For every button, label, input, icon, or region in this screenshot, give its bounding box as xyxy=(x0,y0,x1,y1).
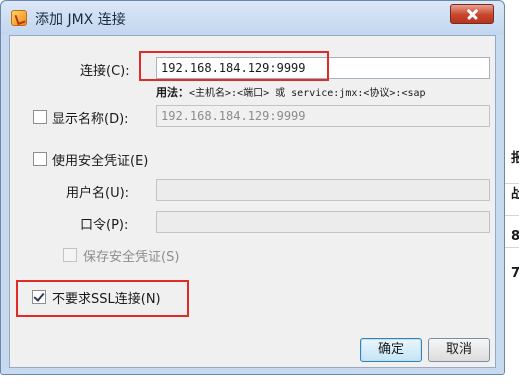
usage-hint: 用法：<主机名>:<端口> 或 service:jmx:<协议>:<sap xyxy=(156,84,493,100)
connection-input[interactable]: 192.168.184.129:9999 xyxy=(156,57,490,79)
no-ssl-label: 不要求SSL连接(N) xyxy=(52,292,161,307)
ok-button[interactable]: 确定 xyxy=(360,338,422,362)
background-text-1: 报 xyxy=(511,151,519,166)
usage-hint-text: <主机名>:<端口> 或 service:jmx:<协议>:<sap xyxy=(189,88,426,99)
use-credentials-checkbox[interactable] xyxy=(33,152,47,166)
display-name-checkbox[interactable] xyxy=(33,110,47,124)
dialog-content: 连接(C): 192.168.184.129:9999 用法：<主机名>:<端口… xyxy=(9,35,496,368)
display-name-input[interactable]: 192.168.184.129:9999 xyxy=(156,105,490,127)
no-ssl-checkbox[interactable] xyxy=(32,290,46,304)
username-input[interactable] xyxy=(156,179,490,201)
cancel-button[interactable]: 取消 xyxy=(428,338,490,362)
use-credentials-label: 使用安全凭证(E) xyxy=(52,154,149,169)
close-icon[interactable] xyxy=(450,4,494,24)
check-icon xyxy=(33,290,45,302)
username-label: 用户名(U): xyxy=(66,186,130,201)
save-credentials-checkbox[interactable] xyxy=(63,248,77,262)
add-jmx-connection-dialog: 添加 JMX 连接 连接(C): 192.168.184.129:9999 用法… xyxy=(0,0,505,375)
title-bar[interactable]: 添加 JMX 连接 xyxy=(1,1,504,35)
display-name-label: 显示名称(D): xyxy=(52,112,129,127)
password-input[interactable] xyxy=(156,211,490,233)
java-app-icon xyxy=(11,10,27,26)
background-text-3: 8 xyxy=(511,229,519,244)
background-text-2: 战 xyxy=(511,187,519,202)
connection-label: 连接(C): xyxy=(80,64,130,79)
dialog-title: 添加 JMX 连接 xyxy=(35,12,126,28)
background-text-4: 7 xyxy=(511,266,519,281)
usage-hint-label: 用法： xyxy=(156,86,189,99)
save-credentials-label: 保存安全凭证(S) xyxy=(83,250,180,265)
password-label: 口令(P): xyxy=(80,218,129,233)
